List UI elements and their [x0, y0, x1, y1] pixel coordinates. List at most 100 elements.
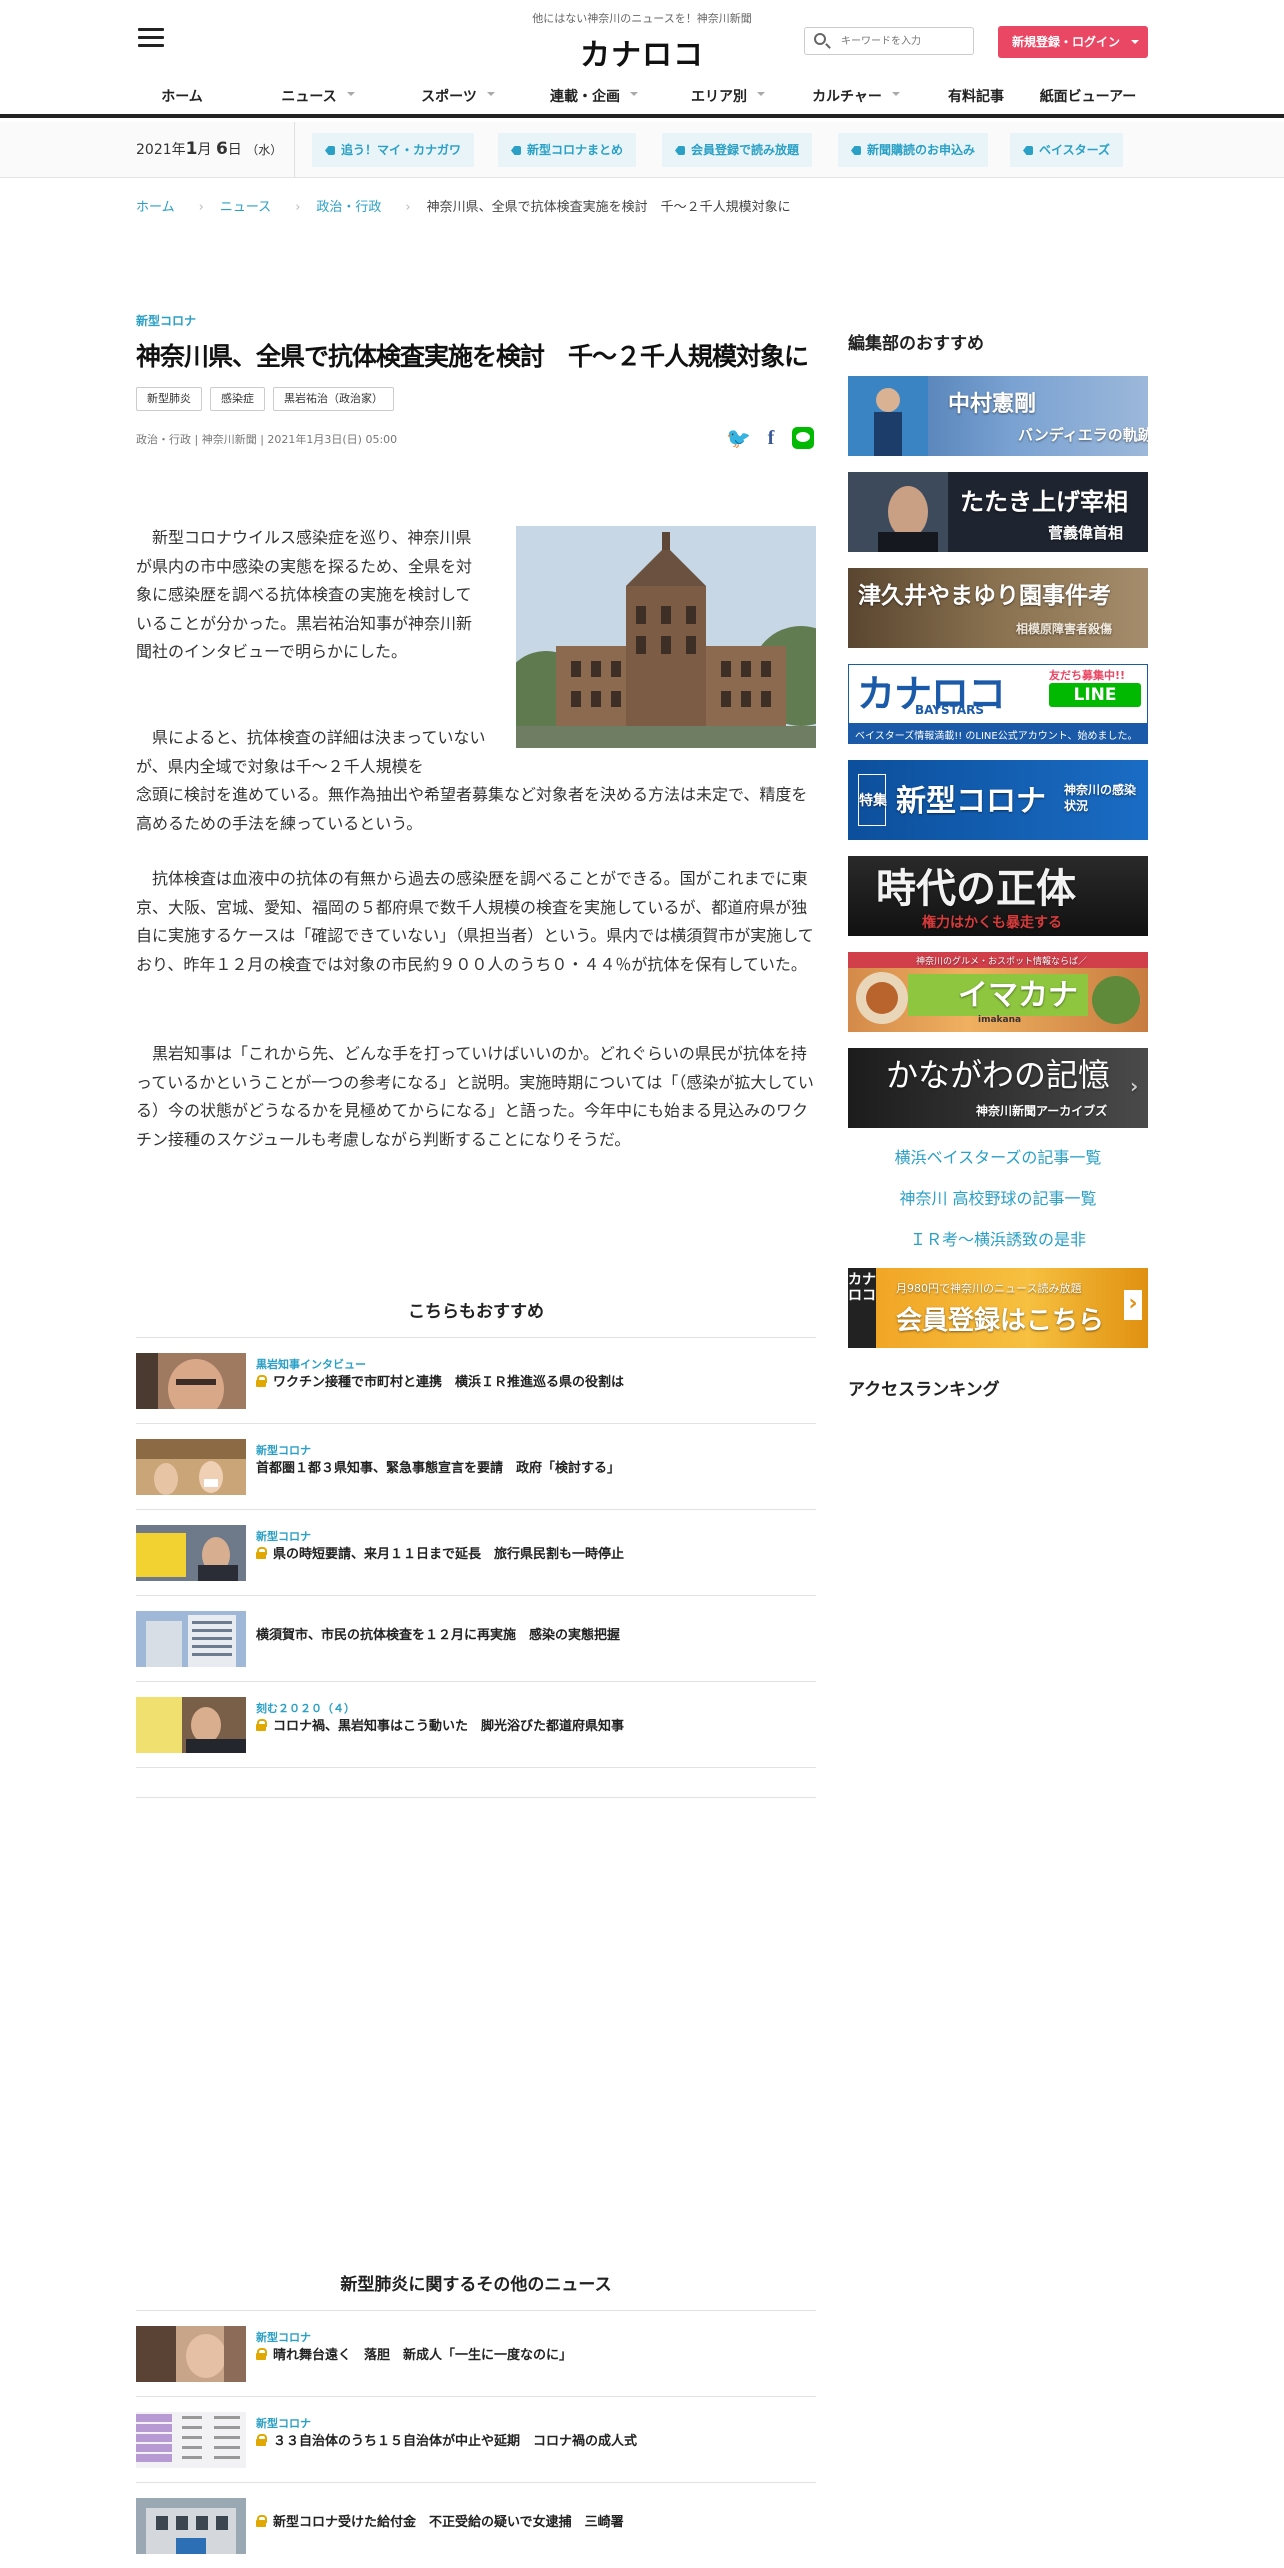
topic-chip[interactable]: 新型コロナまとめ — [498, 133, 637, 167]
nav-item-home[interactable]: ホーム — [136, 86, 228, 110]
lock-icon — [256, 1375, 267, 1387]
item-title[interactable]: 横須賀市、市民の抗体検査を１２月に再実施 感染の実態把握 — [256, 1624, 620, 1643]
link-baseball[interactable]: 神奈川 高校野球の記事一覧 — [848, 1185, 1148, 1209]
topic-chip[interactable]: ベイスターズ — [1010, 133, 1124, 167]
item-title[interactable]: 首都圏１都３県知事、緊急事態宣言を要請 政府「検討する」 — [256, 1457, 620, 1476]
facebook-icon[interactable]: f — [760, 427, 782, 449]
banner-nakamura[interactable]: 中村憲剛 バンディエラの軌跡 — [848, 376, 1148, 456]
article-tags: 新型肺炎 感染症 黒岩祐治（政治家） — [136, 387, 816, 411]
thumb-image — [136, 1439, 246, 1495]
chevron-down-icon — [486, 92, 495, 100]
thumbnail[interactable] — [136, 2498, 246, 2554]
item-title[interactable]: 新型コロナ受けた給付金 不正受給の疑いで女逮捕 三崎署 — [256, 2511, 624, 2530]
banner-imakana[interactable]: 神奈川のグルメ・おスポット情報ならば／ イマカナ imakana — [848, 952, 1148, 1032]
article-paragraph: 黒岩知事は「これから先、どんな手を打っていけばいいのか。どれぐらいの県民が抗体を… — [136, 1044, 814, 1149]
banner-covid[interactable]: 特集 新型コロナ 神奈川の感染状況 — [848, 760, 1148, 840]
section-heading: こちらもおすすめ — [408, 1302, 544, 1322]
nav-item-area[interactable]: エリア別 — [666, 86, 790, 110]
item-category: 新型コロナ — [256, 1444, 311, 1457]
list-item[interactable]: 新型コロナ 晴れ舞台遠く 落胆 新成人「一生に一度なのに」 — [136, 2310, 816, 2396]
login-button[interactable]: 新規登録・ログイン — [998, 26, 1148, 58]
lock-icon — [256, 1719, 267, 1731]
thumbnail[interactable] — [136, 1611, 246, 1667]
topic-chip[interactable]: 新聞購読のお申込み — [838, 133, 989, 167]
banner-kioku[interactable]: かながわの記憶 神奈川新聞アーカイブズ › — [848, 1048, 1148, 1128]
thumbnail[interactable] — [136, 2326, 246, 2382]
list-item[interactable]: 黒岩知事インタビュー ワクチン接種で市町村と連携 横浜ＩＲ推進巡る県の役割は — [136, 1337, 816, 1423]
list-item[interactable]: 新型コロナ 県の時短要請、来月１１日まで延長 旅行県民割も一時停止 — [136, 1509, 816, 1595]
thumb-image — [136, 1611, 246, 1667]
nav-item-series[interactable]: 連載・企画 — [528, 86, 660, 110]
breadcrumb-section[interactable]: 政治・行政 — [316, 200, 381, 215]
article-title: 神奈川県、全県で抗体検査実施を検討 千～２千人規模対象に — [136, 342, 809, 371]
thumbnail[interactable] — [136, 1439, 246, 1495]
list-item[interactable]: 横須賀市、市民の抗体検査を１２月に再実施 感染の実態把握 — [136, 1595, 816, 1681]
list-item[interactable]: 新型コロナ ３３自治体のうち１５自治体が中止や延期 コロナ禍の成人式 — [136, 2396, 816, 2482]
lock-icon — [256, 2348, 267, 2360]
tag-icon — [511, 146, 521, 155]
thumbnail[interactable] — [136, 1353, 246, 1409]
item-title[interactable]: 県の時短要請、来月１１日まで延長 旅行県民割も一時停止 — [256, 1543, 624, 1562]
banner-yamayuri[interactable]: 津久井やまゆり園事件考 相模原障害者殺傷 — [848, 568, 1148, 648]
item-title[interactable]: 晴れ舞台遠く 落胆 新成人「一生に一度なのに」 — [256, 2344, 572, 2363]
divider — [136, 1797, 816, 1798]
member-banner[interactable]: カナロコ 月980円で神奈川のニュース読み放題 会員登録はこちら › — [848, 1268, 1148, 1348]
building-image — [516, 526, 816, 748]
topic-chip[interactable]: 会員登録で読み放題 — [662, 133, 813, 167]
chevron-right-icon: › — [1124, 1290, 1142, 1320]
item-title[interactable]: ワクチン接種で市町村と連携 横浜ＩＲ推進巡る県の役割は — [256, 1371, 624, 1390]
tag-link[interactable]: 感染症 — [210, 387, 265, 411]
article-category[interactable]: 新型コロナ — [136, 312, 816, 329]
article-paragraph: 新型コロナウイルス感染症を巡り、神奈川県が県内の市中感染の実態を探るため、全県を… — [136, 528, 473, 661]
chevron-right-icon: › — [295, 200, 301, 215]
twitter-icon[interactable]: 🐦 — [726, 427, 751, 449]
item-title[interactable]: コロナ禍、黒岩知事はこう動いた 脚光浴びた都道府県知事 — [256, 1715, 624, 1734]
thumbnail[interactable] — [136, 1525, 246, 1581]
section-heading: 新型肺炎に関するその他のニュース — [340, 2275, 612, 2295]
nav-item-culture[interactable]: カルチャー — [786, 86, 926, 110]
chevron-down-icon — [630, 92, 638, 100]
tag-icon — [325, 146, 335, 155]
line-icon: LINE — [1049, 683, 1141, 707]
tag-icon — [1023, 146, 1033, 155]
list-item[interactable]: 新型コロナ受けた給付金 不正受給の疑いで女逮捕 三崎署 — [136, 2482, 816, 2568]
search-icon[interactable] — [814, 33, 826, 45]
chevron-down-icon — [1131, 40, 1139, 48]
tag-link[interactable]: 新型肺炎 — [136, 387, 202, 411]
banner-jidai[interactable]: 時代の正体 権力はかくも暴走する — [848, 856, 1148, 936]
thumbnail[interactable] — [136, 1697, 246, 1753]
banner-suga[interactable]: たたき上げ宰相 菅義偉首相 — [848, 472, 1148, 552]
tag-icon — [851, 146, 861, 155]
search-input[interactable] — [841, 33, 966, 50]
thumb-image — [136, 2498, 246, 2554]
nav-item-sports[interactable]: スポーツ — [396, 86, 520, 110]
article-paragraph: 抗体検査は血液中の抗体の有無から過去の感染歴を調べることができる。国がこれまでに… — [136, 869, 814, 974]
breadcrumb-news[interactable]: ニュース — [220, 200, 271, 215]
article-photo — [516, 526, 816, 748]
tagline: 他にはない神奈川のニュースを！神奈川新聞 — [532, 12, 752, 25]
link-baystars[interactable]: 横浜ベイスターズの記事一覧 — [848, 1144, 1148, 1168]
nav-item-news[interactable]: ニュース — [256, 86, 380, 110]
topic-chip[interactable]: 追う！マイ・カナガワ — [312, 133, 475, 167]
link-ir[interactable]: ＩＲ考～横浜誘致の是非 — [848, 1226, 1148, 1250]
tag-icon — [675, 146, 685, 155]
list-item[interactable]: 新型コロナ 首都圏１都３県知事、緊急事態宣言を要請 政府「検討する」 — [136, 1423, 816, 1509]
nav-item-premium[interactable]: 有料記事 — [926, 86, 1026, 110]
item-title[interactable]: ３３自治体のうち１５自治体が中止や延期 コロナ禍の成人式 — [256, 2430, 637, 2449]
nav-item-viewer[interactable]: 紙面ビューアー — [1026, 86, 1150, 110]
breadcrumb-home[interactable]: ホーム — [136, 200, 175, 215]
lock-icon — [256, 2515, 267, 2527]
thumb-image — [136, 1525, 246, 1581]
main-nav: ホーム ニュース スポーツ 連載・企画 エリア別 カルチャー 有料記事 紙面ビュ… — [136, 86, 1150, 110]
line-icon[interactable] — [792, 427, 814, 449]
banner-line[interactable]: カナロコ BAYSTARS 友だち募集中!! LINE ベイスターズ情報満載!!… — [848, 664, 1148, 744]
tag-link[interactable]: 黒岩祐治（政治家） — [273, 387, 394, 411]
chevron-right-icon: › — [1130, 1074, 1139, 1098]
today-date: 2021年1月 6日 （水） — [136, 139, 283, 159]
chevron-right-icon: › — [198, 200, 204, 215]
thumbnail[interactable] — [136, 2412, 246, 2468]
thumb-image — [136, 2412, 246, 2468]
sidebar: 編集部のおすすめ 中村憲剛 バンディエラの軌跡 たたき上げ宰相 菅義偉首相 津久… — [848, 312, 1148, 1400]
list-item[interactable]: 刻む２０２０（４） コロナ禍、黒岩知事はこう動いた 脚光浴びた都道府県知事 — [136, 1681, 816, 1767]
article-paragraph: 念頭に検討を進めている。無作為抽出や希望者募集など対象者を決める方法は未定で、精… — [136, 785, 808, 833]
